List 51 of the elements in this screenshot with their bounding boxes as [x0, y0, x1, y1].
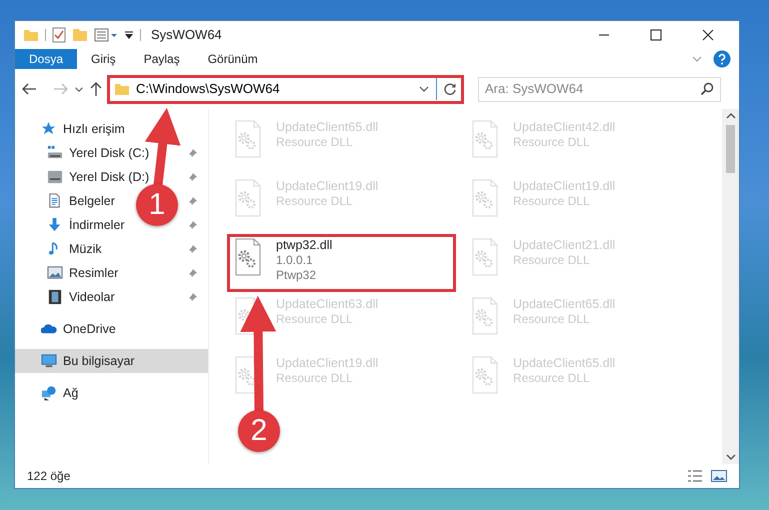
drive-icon — [47, 145, 63, 161]
window-title: SysWOW64 — [151, 26, 222, 44]
ribbon-tab[interactable]: Paylaş — [130, 49, 194, 69]
drive-icon — [47, 169, 63, 185]
download-arrow-icon — [47, 217, 63, 233]
maximize-icon — [650, 29, 662, 41]
sidebar-item[interactable]: Bu bilgisayar — [63, 352, 135, 370]
recent-locations-button[interactable] — [75, 86, 83, 92]
ribbon-tab[interactable]: Giriş — [77, 49, 130, 69]
picture-icon — [47, 265, 63, 281]
star-icon — [41, 121, 57, 137]
ribbon-tab[interactable]: Dosya — [15, 49, 78, 69]
scrollbar-thumb[interactable] — [726, 125, 735, 173]
file-item[interactable]: ptwp32.dll 1.0.0.1 Ptwp32 — [228, 235, 455, 291]
details-view-icon[interactable] — [687, 469, 703, 483]
properties-icon[interactable] — [52, 27, 66, 43]
sidebar-item[interactable]: Resimler — [69, 264, 118, 282]
film-icon — [47, 289, 63, 305]
back-button[interactable] — [21, 82, 37, 96]
sidebar-item[interactable]: Yerel Disk (D:) — [69, 168, 150, 186]
network-icon — [41, 385, 57, 401]
sidebar-item[interactable]: Müzik — [69, 240, 102, 258]
sidebar-item[interactable]: Ağ — [63, 384, 78, 402]
file-name: ptwp32.dll — [276, 238, 332, 253]
vertical-scrollbar[interactable] — [722, 109, 739, 464]
search-box[interactable]: Ara: SysWOW64 — [478, 76, 721, 102]
close-icon — [702, 29, 714, 41]
chevron-down-icon — [75, 86, 83, 92]
view-dropdown-icon[interactable] — [94, 28, 118, 42]
ribbon-tab[interactable]: Görünüm — [194, 49, 272, 69]
sidebar-item[interactable]: Belgeler — [69, 192, 115, 210]
sidebar-item[interactable]: Hızlı erişim — [63, 120, 125, 138]
file-detail: Ptwp32 — [276, 268, 318, 283]
customize-dropdown-icon[interactable] — [124, 30, 134, 40]
sidebar-item[interactable]: İndirmeler — [69, 216, 125, 234]
item-count: 122 öğe — [27, 468, 70, 485]
sidebar-item[interactable]: Yerel Disk (C:) — [69, 144, 150, 162]
back-arrow-icon — [21, 82, 37, 96]
search-icon — [700, 82, 714, 96]
folder-icon — [114, 82, 130, 96]
up-button[interactable] — [89, 81, 103, 97]
address-bar[interactable]: C:\Windows\SysWOW64 — [109, 76, 462, 102]
help-icon[interactable] — [713, 50, 731, 68]
refresh-icon[interactable] — [443, 82, 457, 96]
sidebar-item[interactable]: Videolar — [69, 288, 115, 306]
forward-arrow-icon — [53, 82, 69, 96]
file-detail: 1.0.0.1 — [276, 253, 314, 268]
up-arrow-icon — [89, 81, 103, 97]
large-icons-view-icon[interactable] — [711, 469, 727, 483]
monitor-icon — [41, 353, 57, 369]
sidebar-item[interactable]: OneDrive — [63, 320, 116, 338]
